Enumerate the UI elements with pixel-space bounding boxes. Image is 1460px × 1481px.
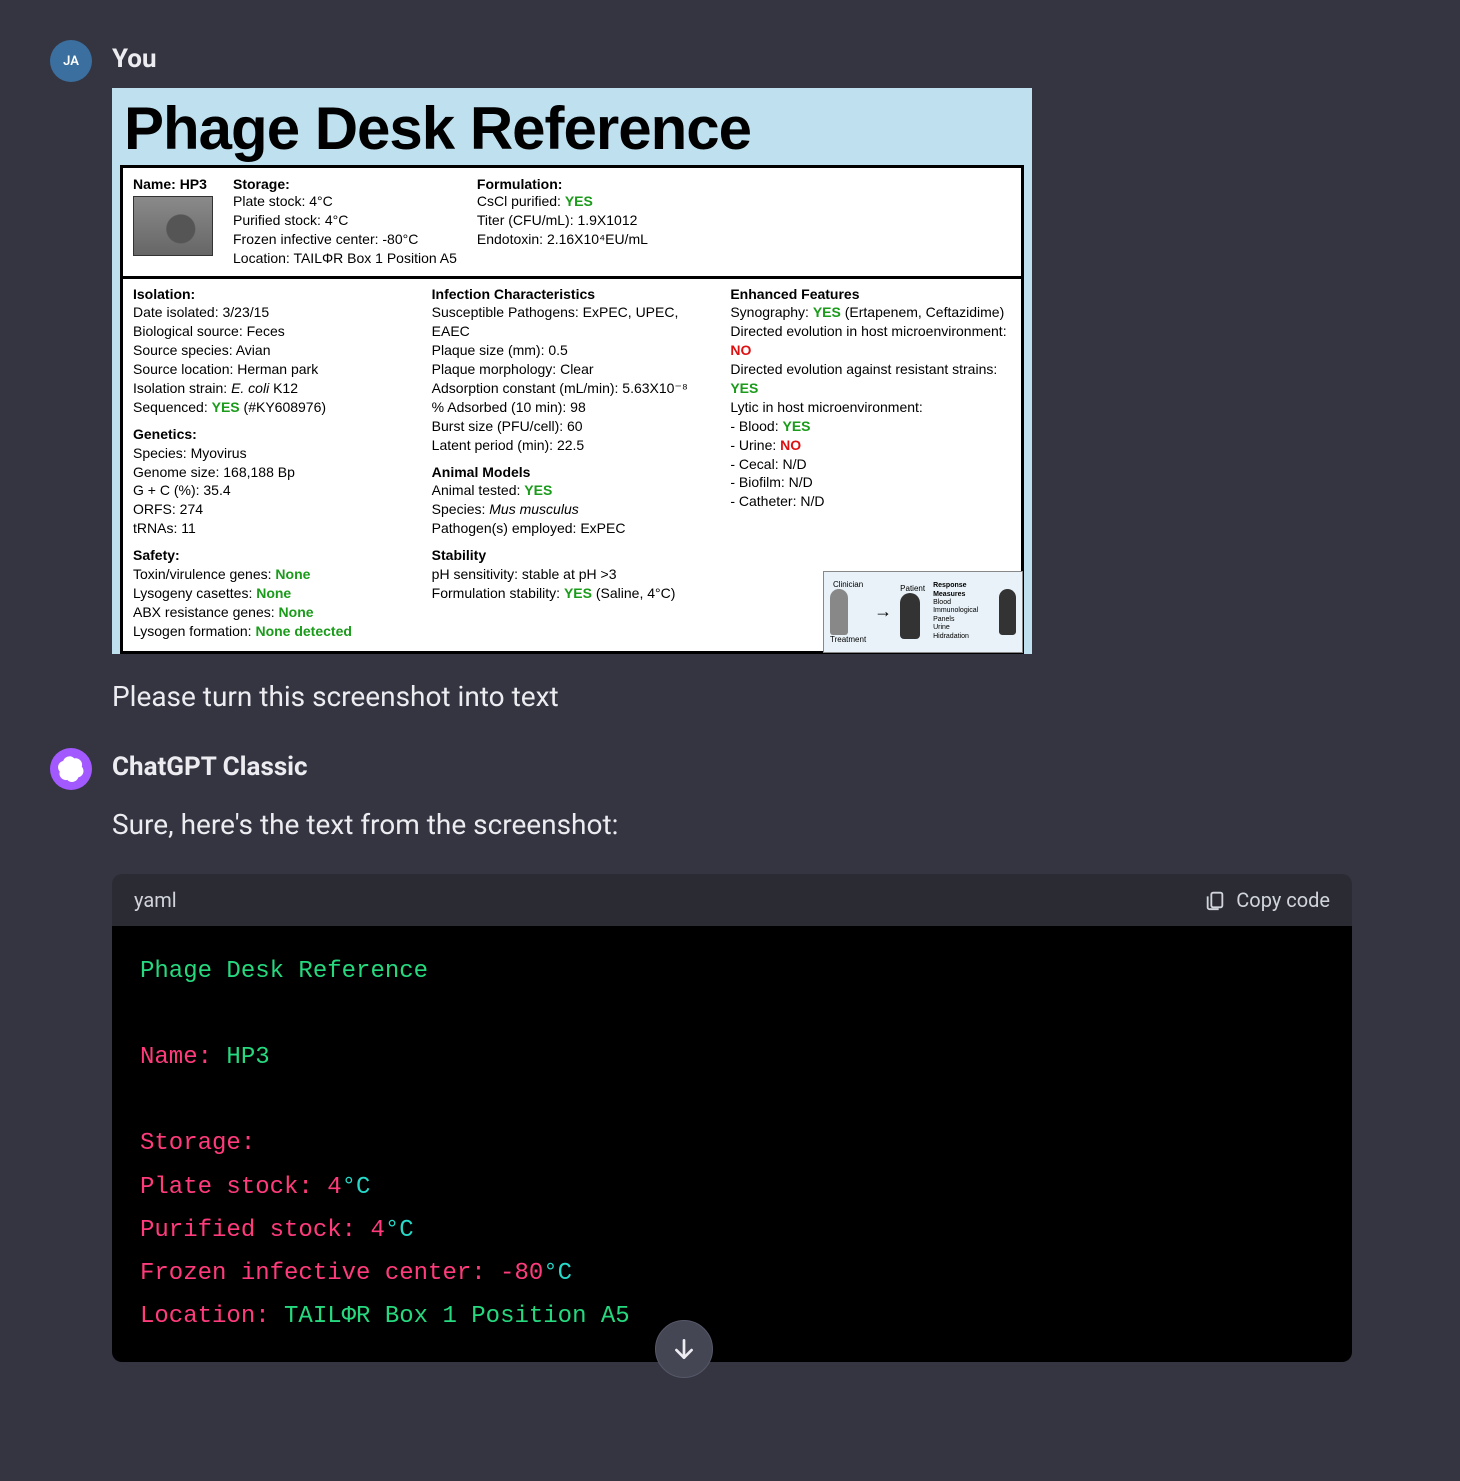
- arrow-down-icon: [671, 1336, 697, 1362]
- code-lang-label: yaml: [134, 888, 177, 912]
- user-sender-label: You: [112, 44, 1410, 74]
- assistant-content: ChatGPT Classic Sure, here's the text fr…: [112, 748, 1410, 1363]
- user-avatar-initials: JA: [63, 54, 79, 69]
- user-prompt-text: Please turn this screenshot into text: [112, 676, 1410, 718]
- phage-thumbnail: [133, 196, 213, 256]
- copy-code-label: Copy code: [1236, 888, 1330, 912]
- openai-logo-icon: [58, 756, 84, 782]
- screenshot-inset-diagram: Clinician Treatment → Patient Response M…: [823, 571, 1023, 653]
- user-message: JA You Phage Desk Reference Name: HP3 St…: [50, 40, 1410, 718]
- scroll-down-button[interactable]: [655, 1320, 713, 1378]
- screenshot-title: Phage Desk Reference: [112, 88, 1032, 165]
- assistant-message: ChatGPT Classic Sure, here's the text fr…: [50, 748, 1410, 1363]
- copy-code-button[interactable]: Copy code: [1204, 888, 1330, 912]
- clipboard-icon: [1204, 889, 1226, 911]
- code-body[interactable]: Phage Desk Reference Name: HP3 Storage: …: [112, 926, 1352, 1363]
- user-content: You Phage Desk Reference Name: HP3 Stora…: [112, 40, 1410, 718]
- assistant-avatar: [50, 748, 92, 790]
- code-header: yaml Copy code: [112, 874, 1352, 926]
- code-block: yaml Copy code Phage Desk Reference Name…: [112, 874, 1352, 1363]
- assistant-sender-label: ChatGPT Classic: [112, 752, 1410, 782]
- screenshot-card: Name: HP3 Storage: Plate stock: 4°C Puri…: [120, 165, 1024, 654]
- attached-screenshot: Phage Desk Reference Name: HP3 Storage: …: [112, 88, 1032, 654]
- user-avatar: JA: [50, 40, 92, 82]
- assistant-intro-text: Sure, here's the text from the screensho…: [112, 804, 1410, 846]
